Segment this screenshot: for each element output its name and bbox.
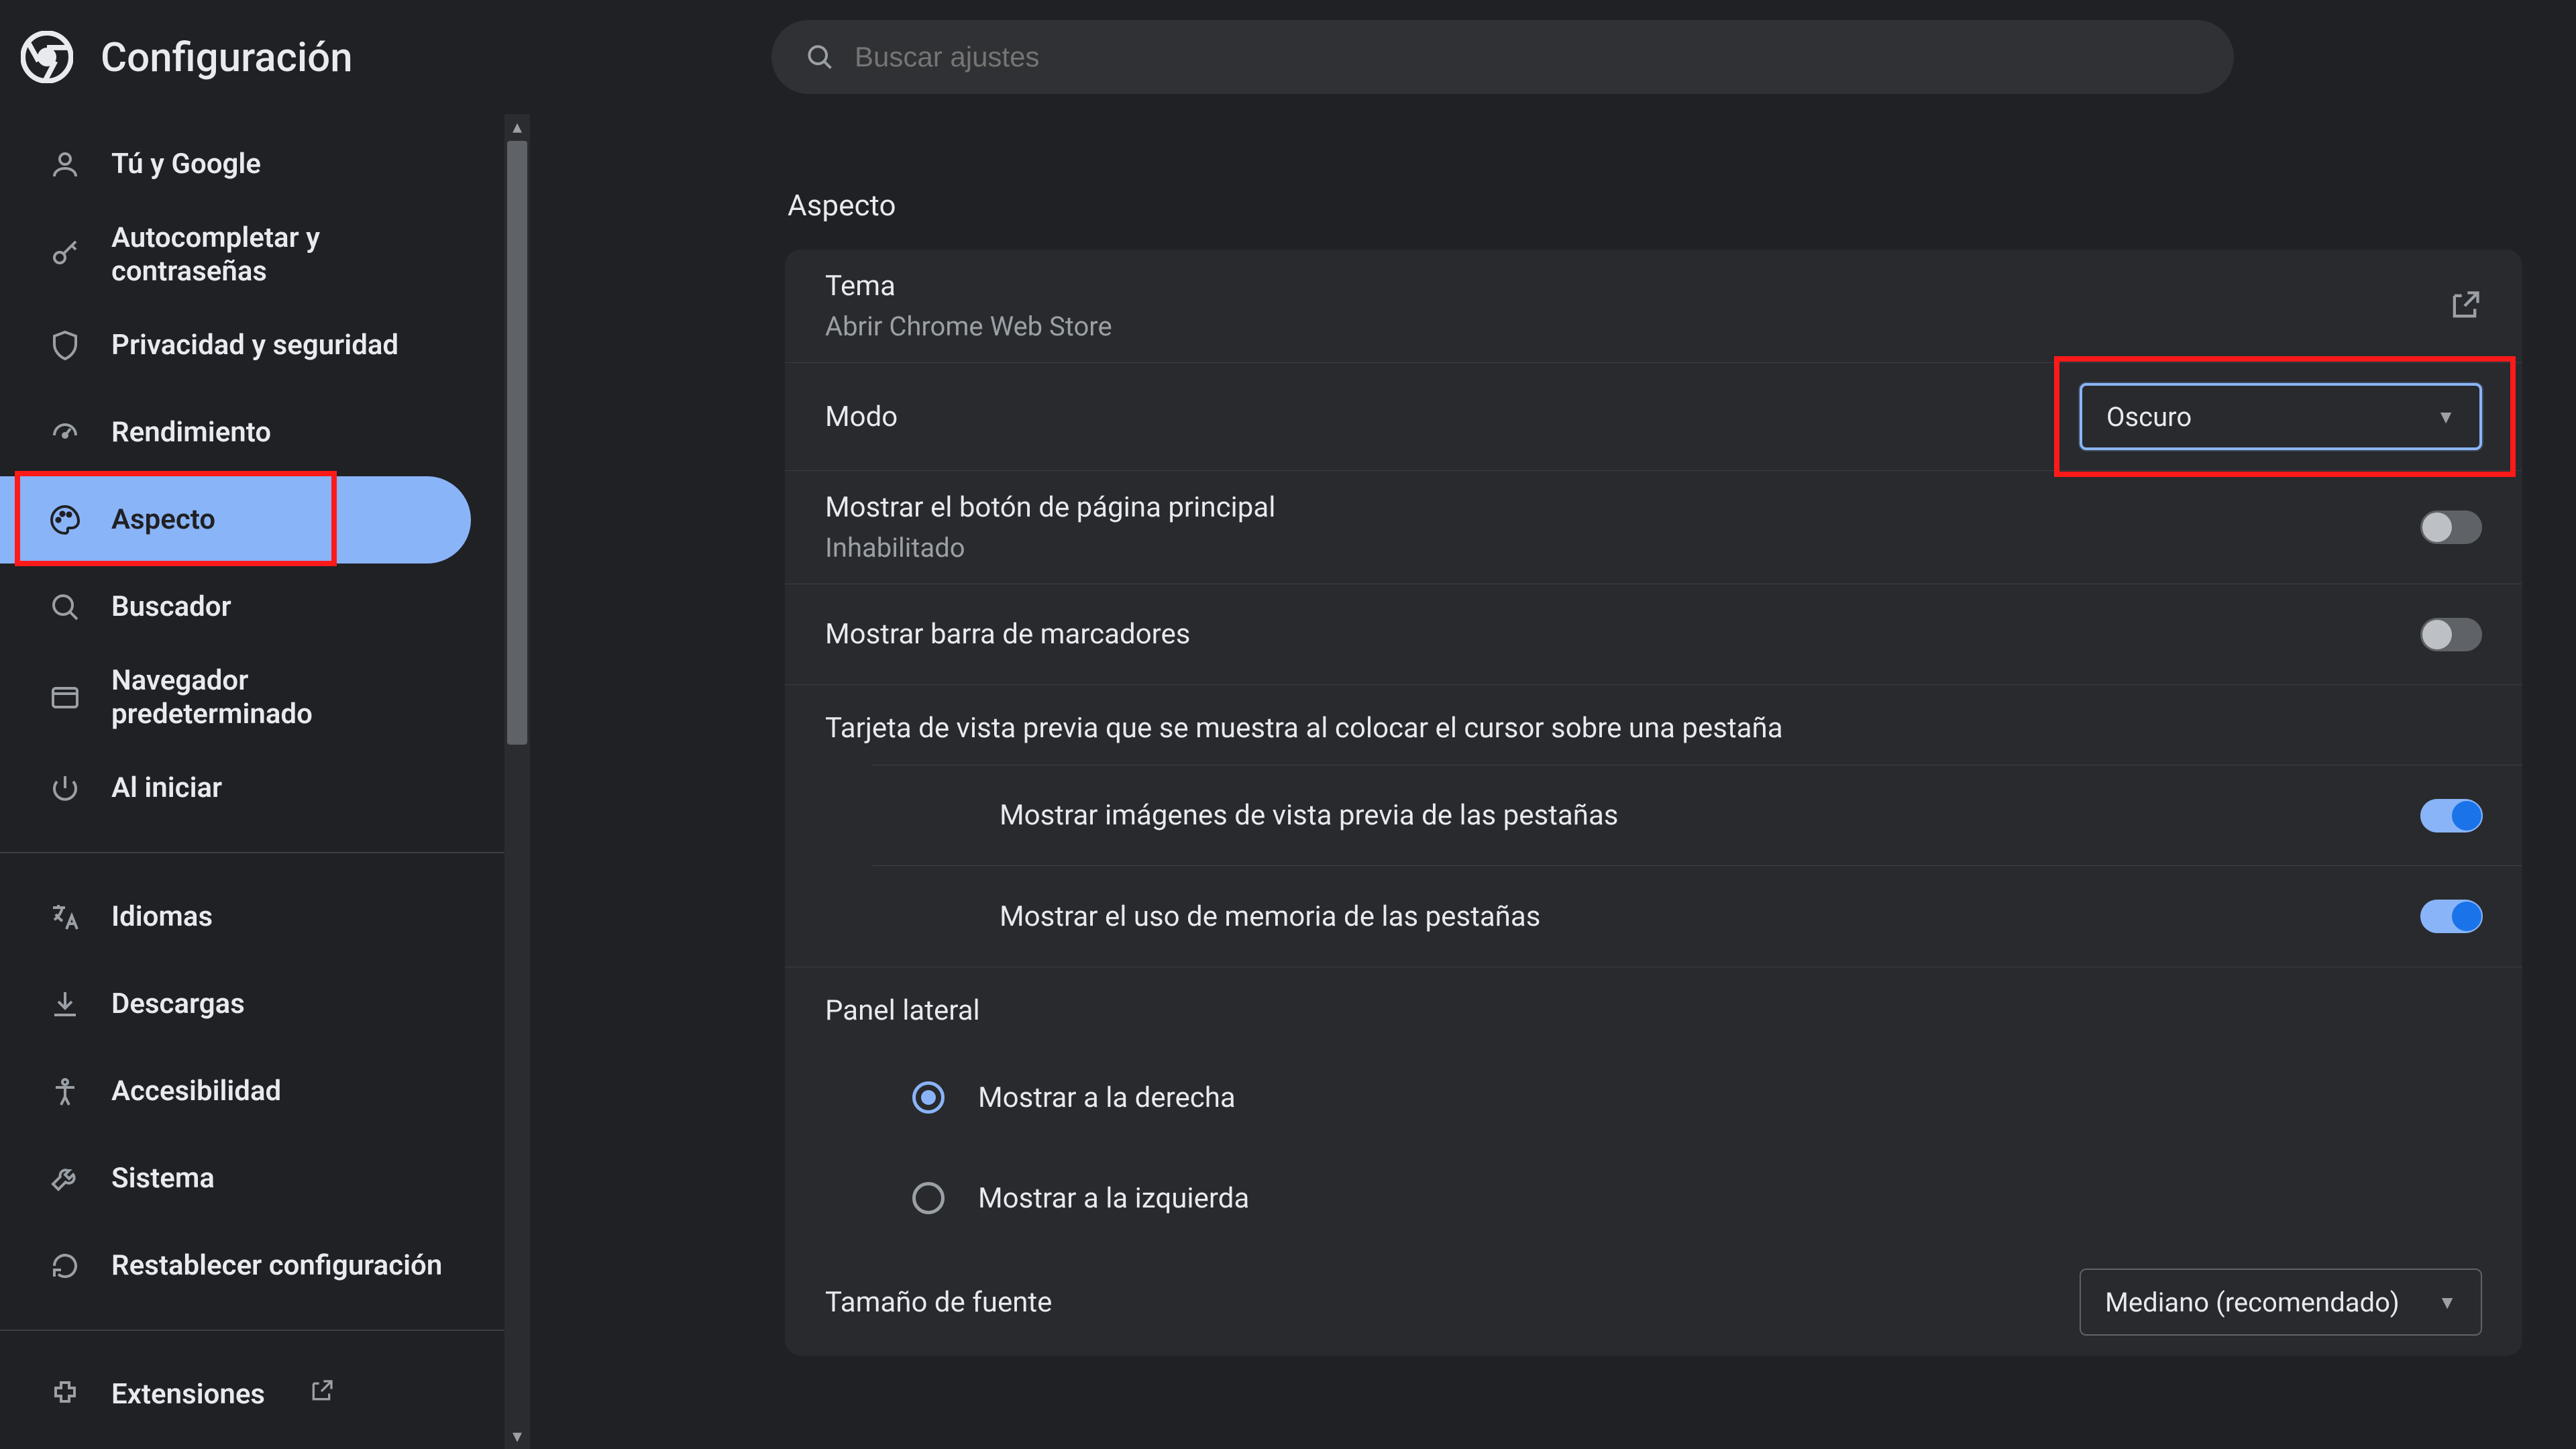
search-input[interactable]	[855, 41, 2200, 73]
row-hover-memory: Mostrar el uso de memoria de las pestaña…	[872, 866, 2522, 967]
bookmarks-bar-toggle[interactable]	[2420, 618, 2482, 651]
hover-memory-toggle[interactable]	[2420, 900, 2482, 933]
mode-label: Modo	[825, 400, 2080, 433]
search-wrap	[771, 20, 2556, 94]
shield-icon	[48, 329, 82, 362]
sidebar-item-privacidad[interactable]: Privacidad y seguridad	[0, 302, 471, 389]
scroll-down-icon[interactable]: ▾	[504, 1424, 530, 1449]
search-icon	[48, 590, 82, 624]
wrench-icon	[48, 1162, 82, 1195]
sidebar-item-accesibilidad[interactable]: Accesibilidad	[0, 1048, 471, 1135]
row-hover-preview-images: Mostrar imágenes de vista previa de las …	[872, 765, 2522, 866]
sidebar-item-label: Al iniciar	[111, 771, 222, 805]
open-in-new-icon[interactable]	[2447, 288, 2482, 323]
sidebar-item-label: Rendimiento	[111, 416, 271, 449]
sidebar-item-sistema[interactable]: Sistema	[0, 1135, 471, 1222]
sidebar-item-buscador[interactable]: Buscador	[0, 564, 471, 651]
sidebar-item-label: Autocompletar y contraseñas	[111, 221, 444, 289]
chevron-down-icon: ▼	[2436, 406, 2455, 428]
reset-icon	[48, 1249, 82, 1283]
sidebar: Tú y Google Autocompletar y contraseñas …	[0, 114, 504, 1449]
section-title: Aspecto	[788, 188, 2522, 223]
header-left: Configuración	[20, 30, 771, 84]
key-icon	[48, 238, 82, 272]
sidebar-divider	[0, 852, 504, 853]
sidebar-item-al-iniciar[interactable]: Al iniciar	[0, 745, 471, 832]
home-button-label: Mostrar el botón de página principal	[825, 491, 2420, 524]
scroll-up-icon[interactable]: ▴	[504, 114, 530, 140]
speedometer-icon	[48, 416, 82, 449]
mode-select-value: Oscuro	[2106, 401, 2192, 433]
row-bookmarks-bar: Mostrar barra de marcadores	[785, 584, 2522, 685]
sidebar-item-label: Navegador predeterminado	[111, 664, 444, 732]
hover-card-heading: Tarjeta de vista previa que se muestra a…	[785, 685, 2522, 765]
bookmarks-bar-label: Mostrar barra de marcadores	[825, 618, 2420, 651]
side-panel-right-radio[interactable]	[912, 1081, 945, 1114]
sidebar-item-label: Extensiones	[111, 1378, 265, 1411]
sidebar-item-you-and-google[interactable]: Tú y Google	[0, 121, 471, 208]
font-size-label: Tamaño de fuente	[825, 1286, 2080, 1319]
row-home-button: Mostrar el botón de página principal Inh…	[785, 471, 2522, 584]
appearance-card: Tema Abrir Chrome Web Store Modo Oscuro	[785, 250, 2522, 1356]
sidebar-item-idiomas[interactable]: Idiomas	[0, 873, 471, 961]
row-theme[interactable]: Tema Abrir Chrome Web Store	[785, 250, 2522, 363]
sidebar-item-label: Sistema	[111, 1162, 215, 1195]
main-content: Aspecto Tema Abrir Chrome Web Store Modo	[530, 114, 2576, 1449]
chrome-logo-icon	[20, 30, 74, 84]
download-icon	[48, 987, 82, 1021]
side-panel-left-radio[interactable]	[912, 1182, 945, 1214]
home-button-sublabel: Inhabilitado	[825, 532, 2420, 564]
page-title: Configuración	[101, 34, 353, 81]
power-icon	[48, 771, 82, 805]
home-button-toggle[interactable]	[2420, 511, 2482, 544]
mode-select[interactable]: Oscuro ▼	[2080, 383, 2482, 450]
sidebar-item-label: Aspecto	[111, 503, 215, 537]
sidebar-item-descargas[interactable]: Descargas	[0, 961, 471, 1048]
row-font-size: Tamaño de fuente Mediano (recomendado) ▼	[785, 1248, 2522, 1356]
extension-icon	[48, 1378, 82, 1411]
side-panel-right-label: Mostrar a la derecha	[978, 1081, 2482, 1114]
hover-memory-label: Mostrar el uso de memoria de las pestaña…	[1000, 900, 2420, 933]
search-icon	[805, 42, 835, 72]
translate-icon	[48, 900, 82, 934]
theme-sublabel: Abrir Chrome Web Store	[825, 311, 2447, 342]
chevron-down-icon: ▼	[2438, 1291, 2457, 1313]
row-mode: Modo Oscuro ▼	[785, 363, 2522, 471]
sidebar-item-label: Privacidad y seguridad	[111, 329, 398, 362]
sidebar-item-label: Restablecer configuración	[111, 1249, 442, 1283]
font-size-select[interactable]: Mediano (recomendado) ▼	[2080, 1269, 2482, 1336]
external-link-icon	[308, 1378, 335, 1411]
sidebar-item-label: Tú y Google	[111, 148, 261, 181]
sidebar-item-restablecer[interactable]: Restablecer configuración	[0, 1222, 471, 1309]
sidebar-item-label: Idiomas	[111, 900, 213, 934]
person-icon	[48, 148, 82, 181]
hover-preview-images-toggle[interactable]	[2420, 799, 2482, 833]
side-panel-left-label: Mostrar a la izquierda	[978, 1182, 2482, 1215]
search-box[interactable]	[771, 20, 2234, 94]
sidebar-item-label: Accesibilidad	[111, 1075, 281, 1108]
row-side-panel-right[interactable]: Mostrar a la derecha	[785, 1047, 2522, 1148]
scroll-thumb[interactable]	[507, 141, 527, 745]
hover-preview-images-label: Mostrar imágenes de vista previa de las …	[1000, 799, 2420, 832]
accessibility-icon	[48, 1075, 82, 1108]
sidebar-divider	[0, 1330, 504, 1331]
sidebar-item-aspecto[interactable]: Aspecto	[0, 476, 471, 564]
font-size-select-value: Mediano (recomendado)	[2105, 1287, 2400, 1318]
sidebar-item-label: Buscador	[111, 590, 231, 624]
sidebar-item-navegador-predeterminado[interactable]: Navegador predeterminado	[0, 651, 471, 745]
sidebar-item-autocompletar[interactable]: Autocompletar y contraseñas	[0, 208, 471, 302]
sidebar-scrollbar[interactable]: ▴ ▾	[504, 114, 530, 1449]
side-panel-heading: Panel lateral	[785, 967, 2522, 1047]
sidebar-item-rendimiento[interactable]: Rendimiento	[0, 389, 471, 476]
row-side-panel-left[interactable]: Mostrar a la izquierda	[785, 1148, 2522, 1248]
palette-icon	[48, 503, 82, 537]
browser-icon	[48, 681, 82, 714]
sidebar-item-extensiones[interactable]: Extensiones	[0, 1351, 471, 1438]
header: Configuración	[0, 0, 2576, 114]
sidebar-item-label: Descargas	[111, 987, 245, 1021]
theme-label: Tema	[825, 270, 2447, 303]
